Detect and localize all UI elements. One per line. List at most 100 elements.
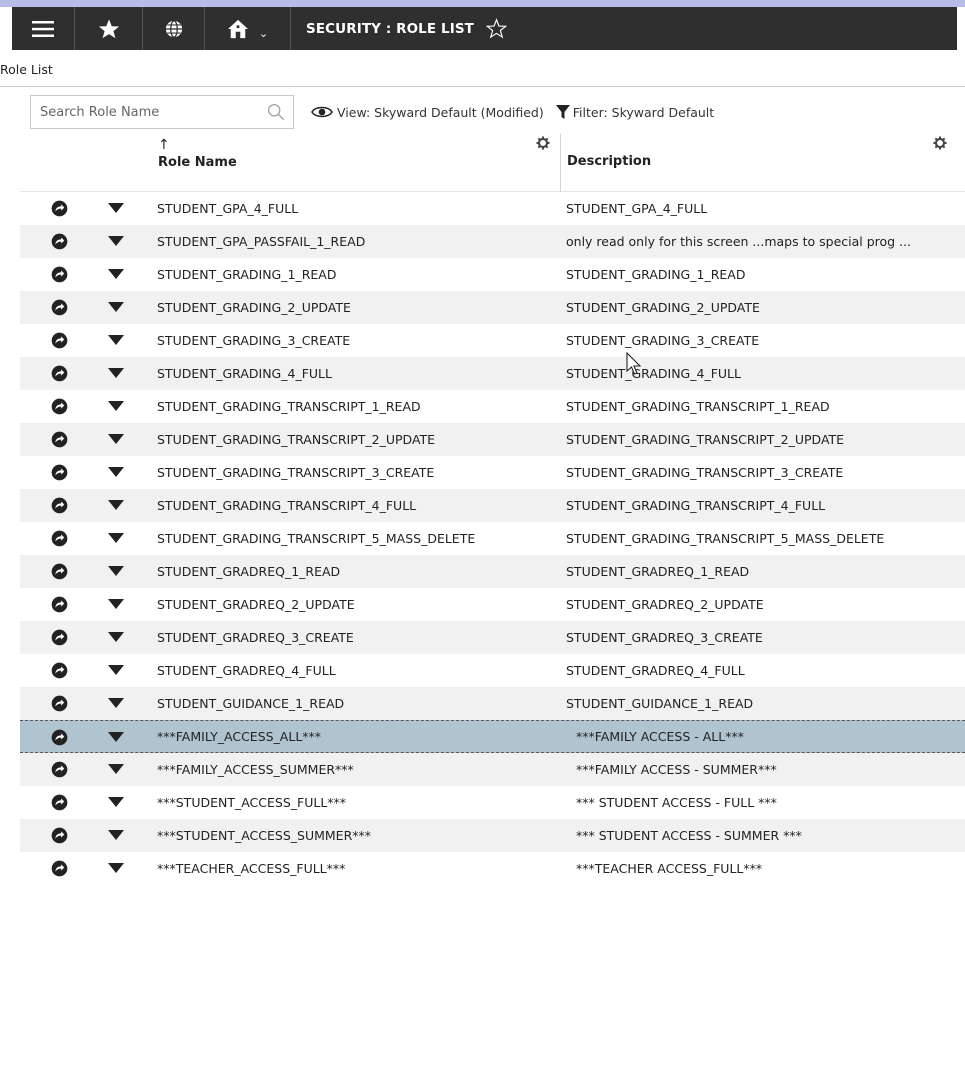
row-action-icon[interactable]: [51, 431, 68, 448]
table-row[interactable]: ***STUDENT_ACCESS_FULL*** *** STUDENT ACC…: [20, 786, 965, 819]
row-action-icon[interactable]: [51, 860, 68, 877]
row-dropdown-icon[interactable]: [108, 434, 124, 445]
row-action-icon[interactable]: [51, 299, 68, 316]
table-row[interactable]: STUDENT_GRADING_TRANSCRIPT_5_MASS_DELETE…: [20, 522, 965, 555]
row-dropdown-icon[interactable]: [108, 698, 124, 709]
column-header-description[interactable]: Description: [567, 154, 651, 169]
mouse-cursor-icon: [626, 352, 642, 375]
gear-icon[interactable]: [536, 136, 550, 150]
row-dropdown-icon[interactable]: [108, 665, 124, 676]
table-row[interactable]: ***STUDENT_ACCESS_SUMMER*** *** STUDENT A…: [20, 819, 965, 852]
top-accent-bar: [0, 0, 965, 7]
row-action-icon[interactable]: [51, 464, 68, 481]
row-action-icon[interactable]: [51, 794, 68, 811]
row-action-icon[interactable]: [51, 629, 68, 646]
row-dropdown-icon[interactable]: [108, 236, 124, 247]
star-icon: [98, 18, 119, 38]
role-name-cell: STUDENT_GRADING_2_UPDATE: [157, 300, 351, 315]
table-row[interactable]: ***TEACHER_ACCESS_FULL*** ***TEACHER ACCE…: [20, 852, 965, 885]
row-dropdown-icon[interactable]: [108, 764, 124, 775]
search-input[interactable]: [40, 104, 260, 120]
row-dropdown-icon[interactable]: [108, 599, 124, 610]
role-name-cell: STUDENT_GPA_4_FULL: [157, 201, 299, 216]
home-button[interactable]: ⌄: [205, 7, 291, 50]
row-action-icon[interactable]: [51, 761, 68, 778]
table-row[interactable]: STUDENT_GRADREQ_1_READ STUDENT_GRADREQ_1_…: [20, 555, 965, 588]
row-dropdown-icon[interactable]: [108, 566, 124, 577]
row-action-icon[interactable]: [51, 530, 68, 547]
row-action-icon[interactable]: [51, 563, 68, 580]
row-dropdown-icon[interactable]: [108, 467, 124, 478]
table-row[interactable]: ***FAMILY_ACCESS_SUMMER*** ***FAMILY ACCE…: [20, 753, 965, 786]
row-action-icon[interactable]: [51, 233, 68, 250]
row-dropdown-icon[interactable]: [108, 335, 124, 346]
row-action-icon[interactable]: [51, 596, 68, 613]
favorites-button[interactable]: [75, 7, 143, 50]
gear-icon[interactable]: [933, 136, 947, 150]
row-dropdown-icon[interactable]: [108, 533, 124, 544]
row-action-icon[interactable]: [51, 695, 68, 712]
row-dropdown-icon[interactable]: [108, 797, 124, 808]
table-row[interactable]: STUDENT_GRADREQ_4_FULL STUDENT_GRADREQ_4_…: [20, 654, 965, 687]
table-row[interactable]: STUDENT_GRADING_2_UPDATE STUDENT_GRADING_…: [20, 291, 965, 324]
view-label: View: Skyward Default (Modified): [337, 104, 544, 120]
role-name-cell: STUDENT_GRADING_TRANSCRIPT_1_READ: [157, 399, 421, 414]
row-action-icon[interactable]: [51, 729, 68, 746]
table-row[interactable]: STUDENT_GPA_PASSFAIL_1_READ only read onl…: [20, 225, 965, 258]
search-box: [30, 95, 294, 129]
role-name-cell: STUDENT_GPA_PASSFAIL_1_READ: [157, 234, 366, 249]
row-action-icon[interactable]: [51, 200, 68, 217]
column-header-role-name[interactable]: ↑ Role Name: [158, 138, 237, 170]
row-dropdown-icon[interactable]: [108, 302, 124, 313]
view-selector[interactable]: View: Skyward Default (Modified): [311, 105, 544, 120]
row-dropdown-icon[interactable]: [108, 401, 124, 412]
chevron-down-icon[interactable]: ⌄: [259, 27, 268, 40]
table-row[interactable]: STUDENT_GRADING_TRANSCRIPT_3_CREATE STUDE…: [20, 456, 965, 489]
table-row[interactable]: STUDENT_GUIDANCE_1_READ STUDENT_GUIDANCE_…: [20, 687, 965, 720]
search-icon[interactable]: [267, 103, 285, 121]
table-row[interactable]: STUDENT_GRADING_TRANSCRIPT_1_READ STUDENT…: [20, 390, 965, 423]
table-row[interactable]: STUDENT_GRADING_TRANSCRIPT_2_UPDATE STUDE…: [20, 423, 965, 456]
row-action-icon[interactable]: [51, 332, 68, 349]
row-dropdown-icon[interactable]: [108, 269, 124, 280]
globe-button[interactable]: [143, 7, 205, 50]
description-cell: STUDENT_GRADING_3_CREATE: [566, 333, 760, 348]
description-cell: STUDENT_GRADREQ_1_READ: [566, 564, 750, 579]
table-row[interactable]: ***FAMILY_ACCESS_ALL*** ***FAMILY ACCESS …: [20, 720, 965, 753]
row-dropdown-icon[interactable]: [108, 632, 124, 643]
row-action-icon[interactable]: [51, 266, 68, 283]
filter-selector[interactable]: Filter: Skyward Default: [555, 104, 715, 120]
row-dropdown-icon[interactable]: [108, 203, 124, 214]
menu-button[interactable]: [12, 7, 75, 50]
description-cell: STUDENT_GRADING_TRANSCRIPT_4_FULL: [566, 498, 826, 513]
table-row[interactable]: STUDENT_GRADING_4_FULL STUDENT_GRADING_4_…: [20, 357, 965, 390]
role-name-cell: STUDENT_GRADREQ_2_UPDATE: [157, 597, 355, 612]
column-divider[interactable]: [560, 134, 561, 192]
table-row[interactable]: STUDENT_GRADING_TRANSCRIPT_4_FULL STUDENT…: [20, 489, 965, 522]
add-favorite-button[interactable]: [485, 18, 507, 39]
row-action-icon[interactable]: [51, 398, 68, 415]
row-action-icon[interactable]: [51, 827, 68, 844]
table-row[interactable]: STUDENT_GPA_4_FULL STUDENT_GPA_4_FULL: [20, 192, 965, 225]
row-dropdown-icon[interactable]: [108, 368, 124, 379]
row-dropdown-icon[interactable]: [108, 830, 124, 841]
role-name-cell: ***STUDENT_ACCESS_FULL***: [157, 795, 347, 810]
row-dropdown-icon[interactable]: [108, 732, 124, 743]
row-action-icon[interactable]: [51, 497, 68, 514]
row-dropdown-icon[interactable]: [108, 500, 124, 511]
description-cell: only read only for this screen ...maps t…: [566, 234, 911, 249]
table-row[interactable]: STUDENT_GRADREQ_3_CREATE STUDENT_GRADREQ_…: [20, 621, 965, 654]
table-row[interactable]: STUDENT_GRADING_1_READ STUDENT_GRADING_1_…: [20, 258, 965, 291]
row-action-icon[interactable]: [51, 365, 68, 382]
row-action-icon[interactable]: [51, 662, 68, 679]
breadcrumb: Role List: [0, 62, 53, 77]
grid-header: ↑ Role Name Description: [20, 134, 965, 192]
table-row[interactable]: STUDENT_GRADING_3_CREATE STUDENT_GRADING_…: [20, 324, 965, 357]
description-cell: STUDENT_GRADING_1_READ: [566, 267, 746, 282]
role-name-cell: STUDENT_GRADING_1_READ: [157, 267, 337, 282]
filter-label: Filter: Skyward Default: [572, 104, 715, 120]
table-row[interactable]: STUDENT_GRADREQ_2_UPDATE STUDENT_GRADREQ_…: [20, 588, 965, 621]
role-name-cell: ***TEACHER_ACCESS_FULL***: [157, 861, 346, 876]
row-dropdown-icon[interactable]: [108, 863, 124, 874]
page-title: SECURITY : ROLE LIST: [306, 20, 474, 37]
